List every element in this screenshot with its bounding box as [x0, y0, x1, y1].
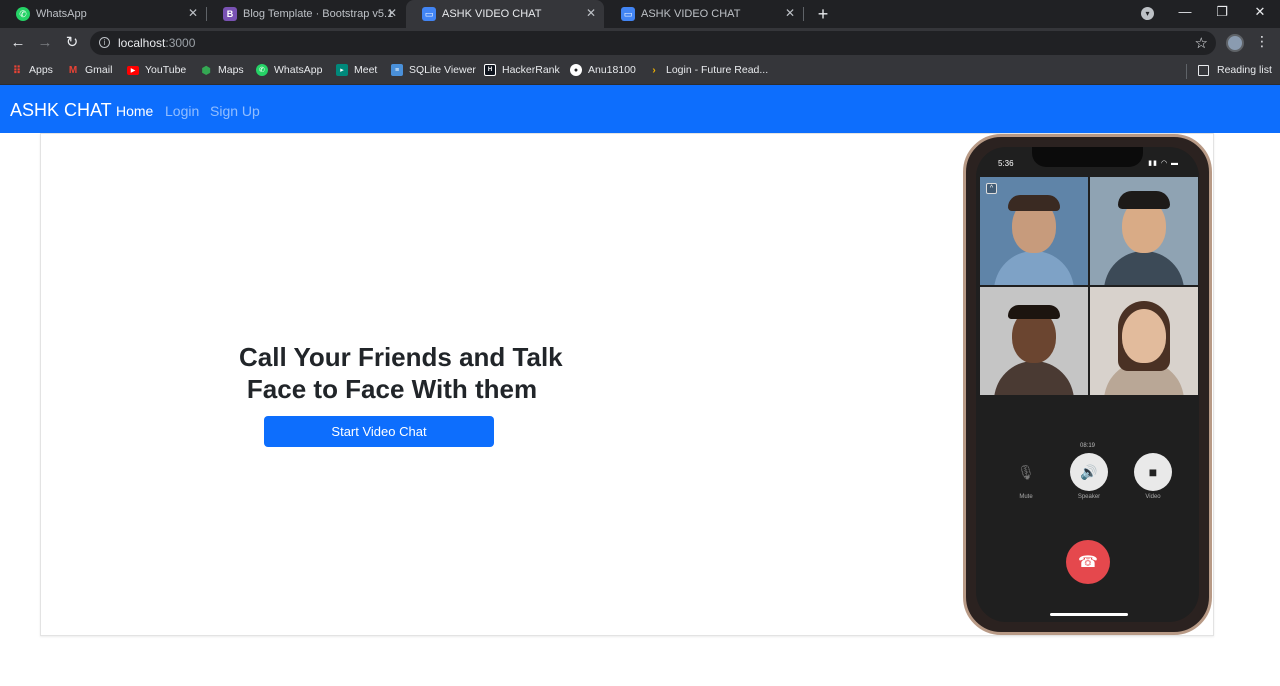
- site-navbar: ASHK CHAT Home Login Sign Up: [0, 85, 1280, 133]
- phone-status-icons: ▮▮ ◠ ▬: [1148, 160, 1179, 167]
- tab-whatsapp[interactable]: ✆ WhatsApp ✕: [0, 0, 206, 28]
- reading-list-icon: [1198, 64, 1209, 76]
- call-timer: 08:19: [1079, 443, 1095, 449]
- bootstrap-icon: B: [223, 7, 237, 21]
- tab-ashk-video-chat-active[interactable]: ▭ ASHK VIDEO CHAT ✕: [406, 0, 604, 28]
- mute-label: Mute: [1019, 494, 1033, 500]
- hackerrank-icon: H: [484, 64, 496, 76]
- tab-search-icon[interactable]: ▾: [1141, 7, 1154, 20]
- participant-grid: [980, 177, 1199, 396]
- bookmark-hackerrank[interactable]: H HackerRank: [484, 64, 560, 76]
- bookmarks-bar: ⠿ Apps M Gmail ▶ YouTube ⬢ Maps ✆ WhatsApp ▸ M…: [0, 58, 1280, 85]
- future-read-icon: ›: [652, 64, 656, 76]
- tab-title: ASHK VIDEO CHAT: [641, 8, 741, 20]
- start-video-chat-button[interactable]: Start Video Chat: [264, 416, 494, 447]
- gmail-icon: M: [68, 64, 78, 76]
- navbar-brand[interactable]: ASHK CHAT: [10, 100, 112, 121]
- whatsapp-icon: ✆: [16, 7, 30, 21]
- bookmark-star-icon[interactable]: ☆: [1195, 34, 1208, 52]
- browser-toolbar: ← → ↻ i localhost:3000 ☆ ⋮: [0, 28, 1280, 58]
- participant-tile: [1090, 177, 1198, 285]
- phone-status-time: 5:36: [998, 159, 1014, 168]
- reading-list[interactable]: Reading list: [1198, 64, 1272, 76]
- restore-icon[interactable]: ❐: [1212, 4, 1232, 20]
- video-label: Video: [1145, 494, 1161, 500]
- tab-blog-template[interactable]: B Blog Template · Bootstrap v5.1 ✕: [207, 0, 405, 28]
- maps-icon: ⬢: [201, 64, 211, 77]
- phone-screen: 5:36 ▮▮ ◠ ▬ ^ 08:19 🎙 Mute 🔊 Speaker ■ V…: [976, 147, 1199, 622]
- speaker-label: Speaker: [1077, 494, 1101, 500]
- close-icon[interactable]: ✕: [586, 6, 596, 20]
- hero-headline: Call Your Friends and Talk Face to Face …: [239, 342, 563, 404]
- minimize-icon[interactable]: —: [1175, 4, 1195, 19]
- tab-title: ASHK VIDEO CHAT: [442, 8, 542, 20]
- end-call-icon: ☎: [1066, 540, 1110, 584]
- site-info-icon[interactable]: i: [99, 37, 110, 48]
- forward-arrow-icon[interactable]: →: [35, 32, 55, 54]
- bookmark-meet[interactable]: ▸ Meet: [336, 64, 377, 76]
- close-icon[interactable]: ✕: [785, 6, 795, 20]
- tab-title: WhatsApp: [36, 8, 87, 20]
- bookmark-sqlite-viewer[interactable]: ≡ SQLite Viewer: [391, 64, 476, 76]
- apps-grid-icon: ⠿: [12, 64, 22, 77]
- bookmark-maps[interactable]: ⬢ Maps: [200, 64, 244, 77]
- participant-tile: [1090, 287, 1198, 395]
- sqlite-icon: ≡: [391, 64, 403, 76]
- bookmark-anu18100[interactable]: ● Anu18100: [570, 64, 636, 76]
- new-tab-button[interactable]: +: [814, 3, 832, 25]
- tab-ashk-video-chat[interactable]: ▭ ASHK VIDEO CHAT ✕: [605, 0, 803, 28]
- bookmark-youtube[interactable]: ▶ YouTube: [127, 64, 186, 76]
- close-icon[interactable]: ✕: [387, 6, 397, 20]
- nav-link-login[interactable]: Login: [165, 103, 199, 119]
- video-camera-icon: ■: [1134, 453, 1172, 491]
- video-chat-icon: ▭: [621, 7, 635, 21]
- bookmark-apps[interactable]: ⠿ Apps: [11, 64, 53, 77]
- close-icon[interactable]: ✕: [188, 6, 198, 20]
- video-chat-icon: ▭: [422, 7, 436, 21]
- nav-link-home[interactable]: Home: [116, 103, 153, 119]
- github-icon: ●: [570, 64, 582, 76]
- bookmark-whatsapp[interactable]: ✆ WhatsApp: [256, 64, 322, 76]
- menu-kebab-icon[interactable]: ⋮: [1255, 33, 1269, 50]
- address-bar[interactable]: i localhost:3000 ☆: [90, 31, 1216, 55]
- video-call-phone-illustration: 5:36 ▮▮ ◠ ▬ ^ 08:19 🎙 Mute 🔊 Speaker ■ V…: [963, 134, 1212, 635]
- bookmark-gmail[interactable]: M Gmail: [67, 64, 113, 76]
- address-url[interactable]: localhost:3000: [118, 36, 195, 50]
- participant-tile: [980, 287, 1088, 395]
- bookmark-future-read[interactable]: › Login - Future Read...: [648, 64, 768, 76]
- whatsapp-icon: ✆: [256, 64, 268, 76]
- profile-avatar[interactable]: [1226, 34, 1244, 52]
- youtube-icon: ▶: [127, 65, 139, 75]
- tab-title: Blog Template · Bootstrap v5.1: [243, 8, 394, 20]
- meet-icon: ▸: [336, 64, 348, 76]
- speaker-icon: 🔊: [1070, 453, 1108, 491]
- window-close-icon[interactable]: ✕: [1250, 4, 1270, 20]
- browser-tab-strip: ✆ WhatsApp ✕ B Blog Template · Bootstrap…: [0, 0, 1280, 28]
- home-indicator: [1050, 613, 1128, 616]
- nav-link-sign-up[interactable]: Sign Up: [210, 103, 260, 119]
- back-arrow-icon[interactable]: ←: [8, 32, 28, 54]
- reload-icon[interactable]: ↻: [62, 32, 82, 54]
- microphone-icon: 🎙: [1017, 463, 1035, 480]
- minimize-pip-icon: ^: [986, 183, 997, 194]
